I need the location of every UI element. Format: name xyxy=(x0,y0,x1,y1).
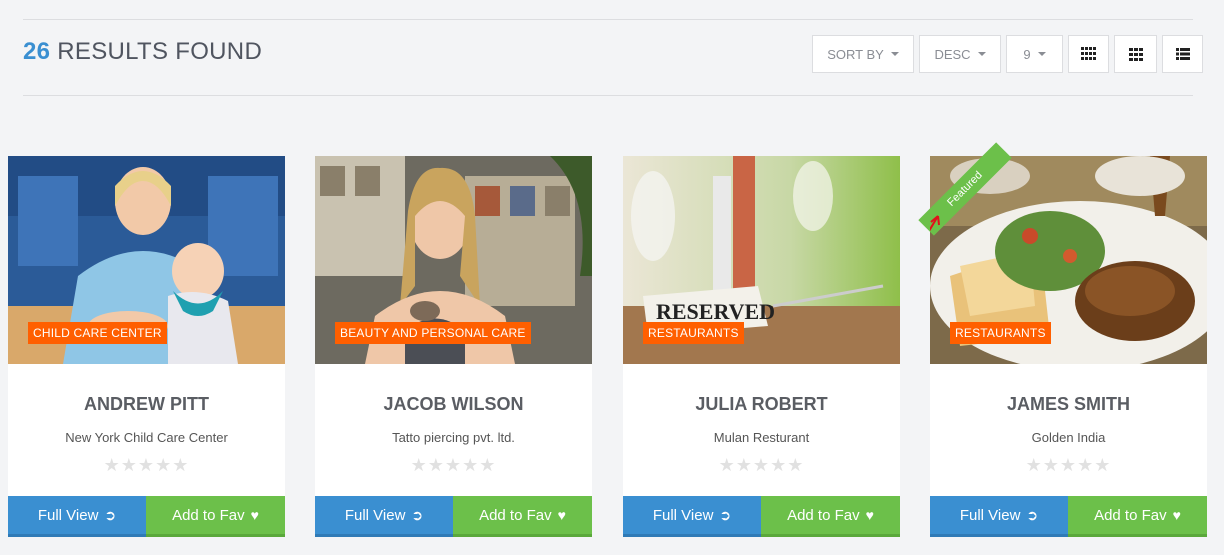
add-to-fav-label: Add to Fav xyxy=(1094,506,1167,524)
add-to-fav-button[interactable]: Add to Fav ♥ xyxy=(453,496,592,537)
rating-stars: ★★★★★ xyxy=(103,455,190,475)
caret-down-icon xyxy=(1037,52,1046,56)
results-count: 26 xyxy=(23,38,51,65)
full-view-button[interactable]: Full View ➲ xyxy=(8,496,146,537)
listing-company: Mulan Resturant xyxy=(713,430,810,445)
caret-down-icon xyxy=(977,52,986,56)
top-divider xyxy=(23,19,1193,20)
listing-name[interactable]: JULIA ROBERT xyxy=(623,394,900,415)
heart-icon: ♥ xyxy=(1172,507,1181,523)
grid-4-view-button[interactable] xyxy=(1068,35,1109,73)
add-to-fav-button[interactable]: Add to Fav ♥ xyxy=(761,496,900,537)
grid-4-icon xyxy=(1080,47,1096,60)
results-text: RESULTS FOUND xyxy=(57,38,263,65)
add-to-fav-label: Add to Fav xyxy=(787,506,860,524)
circle-arrow-right-icon: ➲ xyxy=(104,506,117,523)
category-badge[interactable]: CHILD CARE CENTER xyxy=(28,322,167,344)
per-page-label: 9 xyxy=(1023,46,1031,62)
circle-arrow-right-icon: ➲ xyxy=(1026,506,1039,523)
list-icon xyxy=(1175,48,1190,60)
add-to-fav-button[interactable]: Add to Fav ♥ xyxy=(146,496,285,537)
listing-name[interactable]: JAMES SMITH xyxy=(930,394,1207,415)
heart-icon: ♥ xyxy=(865,507,874,523)
list-view-button[interactable] xyxy=(1162,35,1203,73)
listing-name[interactable]: ANDREW PITT xyxy=(8,394,285,415)
category-badge[interactable]: BEAUTY AND PERSONAL CARE xyxy=(335,322,531,344)
listing-company: Golden India xyxy=(1031,430,1106,445)
full-view-label: Full View xyxy=(652,506,714,524)
add-to-fav-button[interactable]: Add to Fav ♥ xyxy=(1068,496,1207,537)
listing-card: CHILD CARE CENTER ANDREW PITT New York C… xyxy=(8,156,285,537)
order-label: DESC xyxy=(934,46,971,62)
category-badge[interactable]: RESTAURANTS xyxy=(643,322,744,344)
full-view-button[interactable]: Full View ➲ xyxy=(315,496,453,537)
listing-card: Featured RESTAURANTS JAMES SMITH Golden … xyxy=(918,142,1207,537)
listing-card: RESERVED RESTAURANTS JULIA ROBERT Mulan … xyxy=(623,156,900,537)
listing-company: New York Child Care Center xyxy=(65,430,228,445)
heart-icon: ♥ xyxy=(557,507,566,523)
order-dropdown[interactable]: DESC xyxy=(919,35,1001,73)
circle-arrow-right-icon: ➲ xyxy=(719,506,732,523)
full-view-button[interactable]: Full View ➲ xyxy=(930,496,1068,537)
rating-stars: ★★★★★ xyxy=(410,455,497,475)
full-view-label: Full View xyxy=(344,506,406,524)
rating-stars: ★★★★★ xyxy=(718,455,805,475)
listing-controls: SORT BY DESC 9 xyxy=(812,35,1203,73)
listing-card: BEAUTY AND PERSONAL CARE JACOB WILSON Ta… xyxy=(315,156,592,537)
bottom-divider xyxy=(23,95,1193,96)
results-heading: 26 RESULTS FOUND xyxy=(23,38,262,66)
grid-3-icon xyxy=(1128,47,1143,61)
grid-3-view-button[interactable] xyxy=(1114,35,1157,73)
full-view-button[interactable]: Full View ➲ xyxy=(623,496,761,537)
listing-company: Tatto piercing pvt. ltd. xyxy=(392,430,515,445)
add-to-fav-label: Add to Fav xyxy=(172,506,245,524)
heart-icon: ♥ xyxy=(250,507,259,523)
caret-down-icon xyxy=(890,52,899,56)
add-to-fav-label: Add to Fav xyxy=(479,506,552,524)
listing-name[interactable]: JACOB WILSON xyxy=(315,394,592,415)
sort-by-dropdown[interactable]: SORT BY xyxy=(812,35,914,73)
sort-by-label: SORT BY xyxy=(827,46,884,62)
per-page-dropdown[interactable]: 9 xyxy=(1006,35,1063,73)
full-view-label: Full View xyxy=(37,506,99,524)
category-badge[interactable]: RESTAURANTS xyxy=(950,322,1051,344)
rating-stars: ★★★★★ xyxy=(1025,455,1112,475)
circle-arrow-right-icon: ➲ xyxy=(411,506,424,523)
reserved-sign-text: RESERVED xyxy=(656,299,775,324)
full-view-label: Full View xyxy=(959,506,1021,524)
